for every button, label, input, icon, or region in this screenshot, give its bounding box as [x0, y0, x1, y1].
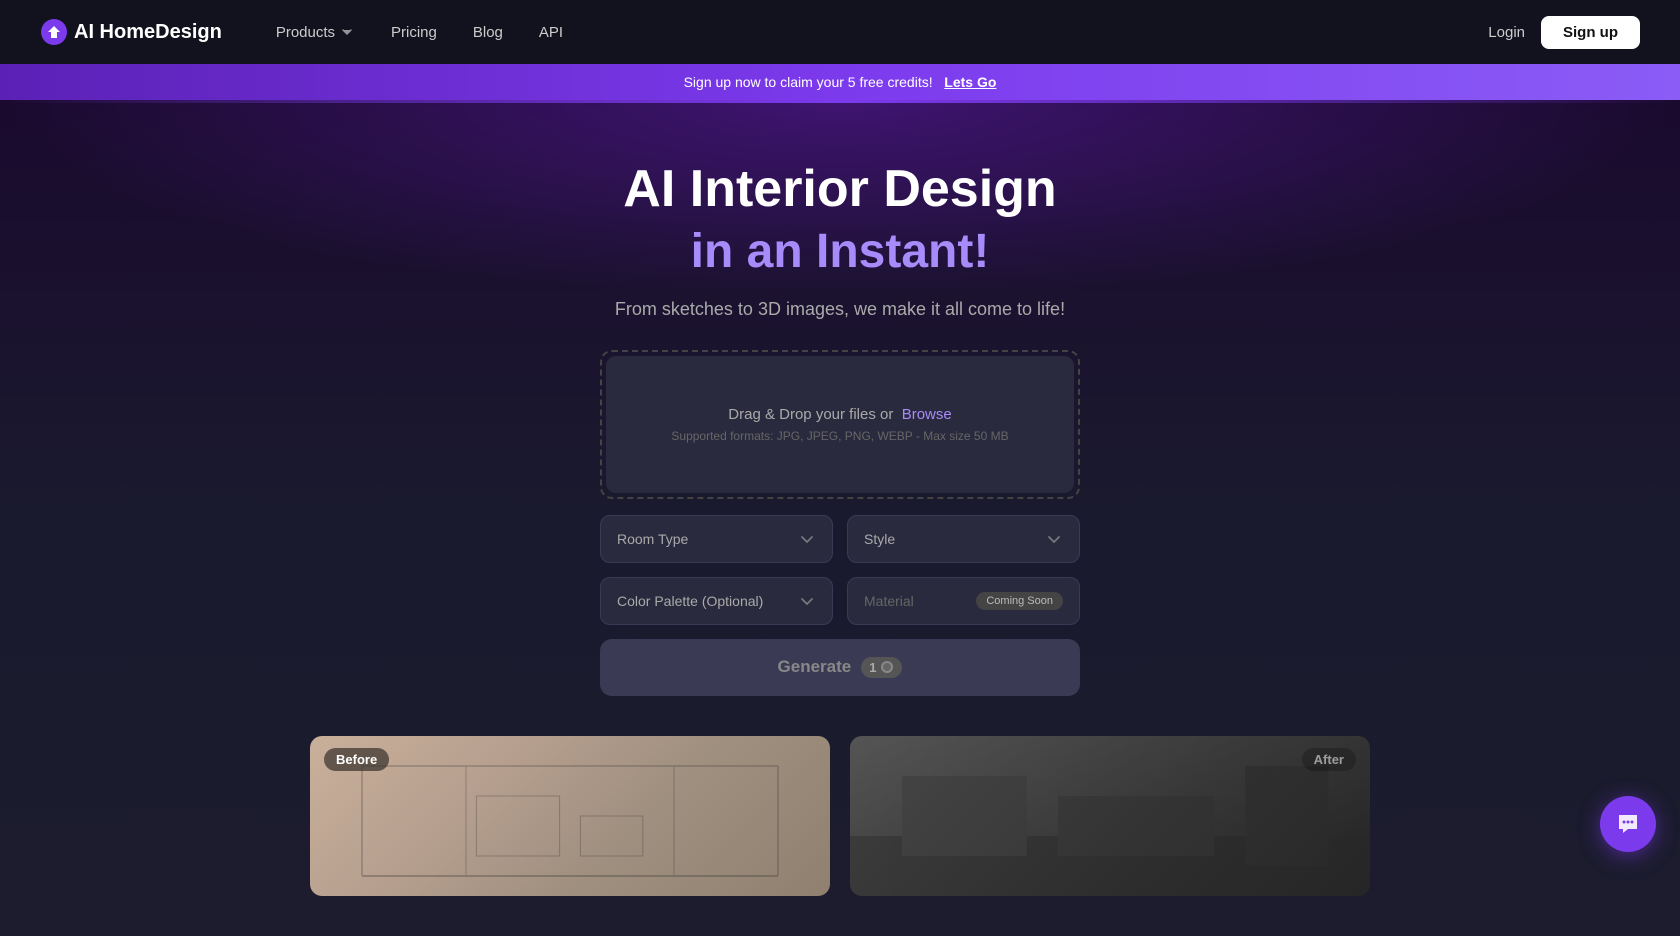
nav-item-products[interactable]: Products [262, 16, 369, 49]
coming-soon-badge: Coming Soon [976, 592, 1063, 610]
upload-dropzone[interactable]: Drag & Drop your files or Browse Support… [606, 356, 1074, 493]
style-label: Style [864, 531, 895, 547]
before-card: Before [310, 736, 830, 896]
hero-section: AI Interior Design in an Instant! From s… [0, 100, 1680, 936]
nav-links: Products Pricing Blog API [262, 16, 577, 49]
banner-cta[interactable]: Lets Go [944, 74, 996, 90]
room-type-dropdown[interactable]: Room Type [600, 515, 833, 563]
room-type-chevron-icon [798, 530, 816, 548]
upload-main-text: Drag & Drop your files or Browse [626, 406, 1054, 423]
banner-text: Sign up now to claim your 5 free credits… [684, 74, 933, 90]
material-label: Material [864, 593, 914, 609]
credit-count: 1 [869, 660, 876, 675]
upload-formats: Supported formats: JPG, JPEG, PNG, WEBP … [626, 429, 1054, 443]
credit-badge: 1 [861, 657, 902, 678]
signup-button[interactable]: Sign up [1541, 16, 1640, 49]
controls-row-1: Room Type Style [600, 515, 1080, 563]
hero-description: From sketches to 3D images, we make it a… [20, 299, 1660, 320]
nav-item-blog[interactable]: Blog [459, 16, 517, 49]
hero-subtitle: in an Instant! [20, 224, 1660, 279]
login-button[interactable]: Login [1488, 24, 1525, 41]
room-type-label: Room Type [617, 531, 688, 547]
navbar-left: AI HomeDesign Products Pricing Blog API [40, 16, 577, 49]
hero-title: AI Interior Design [20, 160, 1660, 220]
room-rendered [850, 736, 1370, 896]
style-chevron-icon [1045, 530, 1063, 548]
after-card: After [850, 736, 1370, 896]
promo-banner: Sign up now to claim your 5 free credits… [0, 64, 1680, 100]
before-after-section: Before After [290, 736, 1390, 896]
color-palette-chevron-icon [798, 592, 816, 610]
material-field: Material Coming Soon [847, 577, 1080, 625]
style-dropdown[interactable]: Style [847, 515, 1080, 563]
browse-link[interactable]: Browse [902, 406, 952, 423]
nav-item-api[interactable]: API [525, 16, 577, 49]
logo-icon [40, 18, 68, 46]
products-chevron-icon [339, 24, 355, 40]
navbar-right: Login Sign up [1488, 16, 1640, 49]
coin-icon [880, 660, 894, 674]
generate-button[interactable]: Generate 1 [600, 639, 1080, 696]
logo[interactable]: AI HomeDesign [40, 18, 222, 46]
upload-container[interactable]: Drag & Drop your files or Browse Support… [600, 350, 1080, 499]
controls-row-2: Color Palette (Optional) Material Coming… [600, 577, 1080, 625]
navbar: AI HomeDesign Products Pricing Blog API … [0, 0, 1680, 64]
chat-button[interactable] [1600, 796, 1656, 852]
room-sketch [310, 736, 830, 896]
color-palette-dropdown[interactable]: Color Palette (Optional) [600, 577, 833, 625]
color-palette-label: Color Palette (Optional) [617, 593, 763, 609]
glow-line [0, 100, 1680, 103]
logo-text: AI HomeDesign [74, 21, 222, 44]
nav-item-pricing[interactable]: Pricing [377, 16, 451, 49]
chat-icon [1615, 811, 1641, 837]
generate-label: Generate [778, 657, 852, 677]
